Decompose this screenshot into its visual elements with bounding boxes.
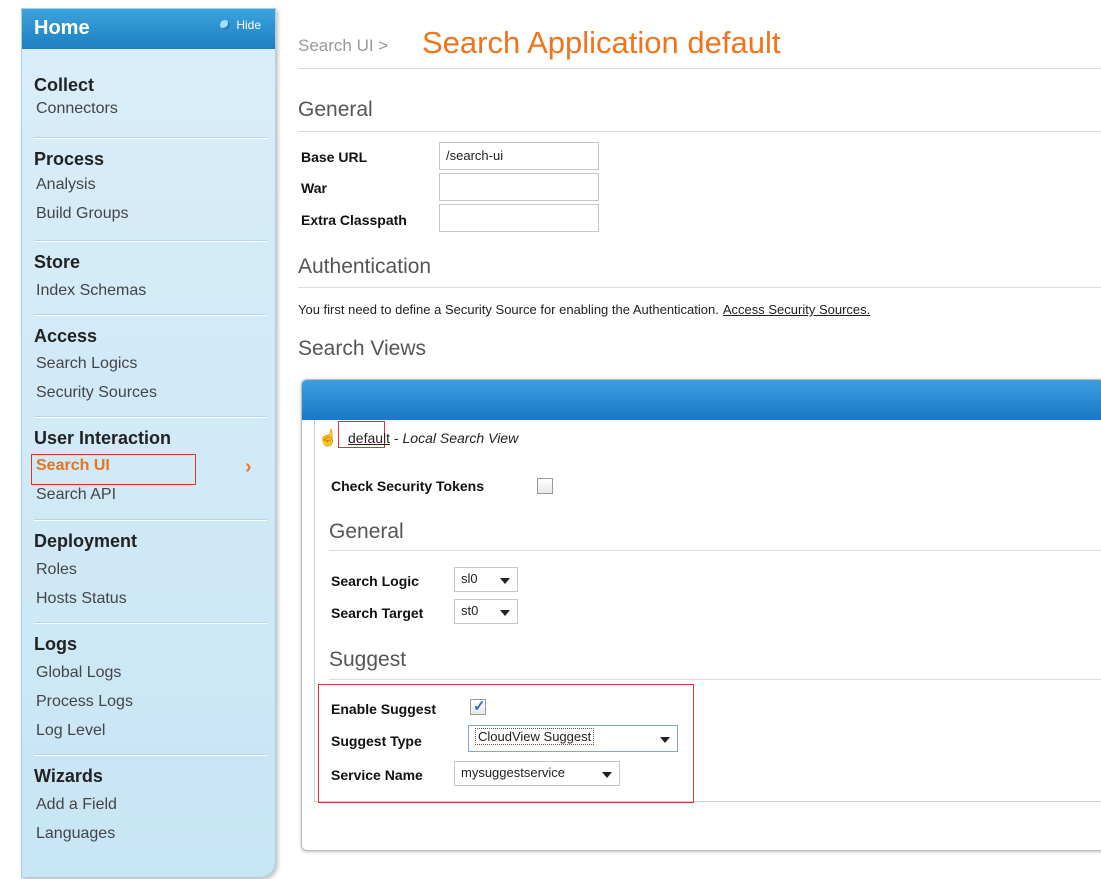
service-name-select[interactable]: mysuggestservice (454, 761, 620, 786)
divider (298, 131, 1101, 132)
page-title: Search Application default (422, 25, 781, 60)
sidebar-item-connectors[interactable]: Connectors (36, 100, 118, 118)
sidebar-item-index-schemas[interactable]: Index Schemas (36, 282, 146, 300)
sidebar-item-analysis[interactable]: Analysis (36, 176, 96, 194)
nav-section-title: Wizards (34, 766, 103, 786)
divider (298, 287, 1101, 288)
view-separator: - (390, 430, 403, 446)
sidebar-item-roles[interactable]: Roles (36, 561, 77, 579)
check-security-tokens-label: Check Security Tokens (331, 478, 485, 494)
search-target-label: Search Target (331, 605, 424, 621)
authentication-note-text: You first need to define a Security Sour… (298, 302, 719, 317)
search-logic-value: sl0 (461, 571, 478, 586)
active-item-highlight (31, 454, 196, 485)
nav-section-title: Deployment (34, 531, 138, 551)
war-input[interactable] (439, 173, 599, 201)
sidebar-item-security-sources[interactable]: Security Sources (36, 384, 157, 402)
view-general-title: General (329, 520, 404, 543)
pin-icon (220, 20, 231, 30)
search-view-title: default - Local Search View (348, 430, 518, 446)
suggest-type-label: Suggest Type (331, 733, 422, 749)
divider (329, 550, 1101, 551)
view-description: Local Search View (402, 430, 519, 446)
search-target-select[interactable]: st0 (454, 599, 518, 624)
nav-section-title: Access (34, 326, 98, 346)
hide-label: Hide (236, 18, 261, 32)
general-section-title: General (298, 98, 373, 121)
nav-section-title: Process (34, 149, 105, 169)
suggest-type-value: CloudView Suggest (475, 728, 595, 745)
extra-classpath-input[interactable] (439, 204, 599, 232)
authentication-note: You first need to define a Security Sour… (298, 302, 870, 317)
nav-section-title: Store (34, 252, 81, 272)
nav-section-title: User Interaction (34, 428, 172, 448)
main-content: Search UI > Search Application default G… (298, 0, 1101, 879)
suggest-type-select[interactable]: CloudView Suggest (468, 725, 678, 752)
hide-sidebar-button[interactable]: Hide (220, 18, 261, 32)
nav-section-title: Collect (34, 75, 95, 95)
war-label: War (301, 180, 327, 196)
sidebar-item-search-logics[interactable]: Search Logics (36, 355, 137, 373)
divider (298, 68, 1101, 69)
sidebar: Home Hide Collect Connectors Process Ana… (21, 8, 276, 878)
search-logic-label: Search Logic (331, 573, 419, 589)
view-name-link[interactable]: default (348, 430, 390, 446)
sidebar-item-log-level[interactable]: Log Level (36, 722, 105, 740)
sidebar-item-process-logs[interactable]: Process Logs (36, 693, 133, 711)
sidebar-header: Home Hide (22, 9, 275, 49)
sidebar-item-add-a-field[interactable]: Add a Field (36, 796, 117, 814)
chevron-right-icon: › (245, 456, 252, 478)
panel-header (302, 380, 1101, 420)
service-name-label: Service Name (331, 767, 423, 783)
search-views-section-title: Search Views (298, 337, 427, 360)
nav-section-title: Logs (34, 634, 77, 654)
sidebar-item-build-groups[interactable]: Build Groups (36, 205, 129, 223)
hand-pointer-icon: ☝ (318, 430, 338, 447)
service-name-value: mysuggestservice (461, 765, 566, 780)
home-link[interactable]: Home (34, 17, 90, 40)
suggest-section-title: Suggest (329, 648, 407, 671)
chevron-down-icon (602, 772, 612, 778)
enable-suggest-checkbox[interactable] (470, 697, 486, 715)
sidebar-item-search-api[interactable]: Search API (36, 486, 116, 504)
base-url-input[interactable]: /search-ui (439, 142, 599, 170)
divider (329, 679, 1101, 680)
authentication-section-title: Authentication (298, 255, 432, 278)
sidebar-item-global-logs[interactable]: Global Logs (36, 664, 121, 682)
sidebar-item-languages[interactable]: Languages (36, 825, 115, 843)
search-logic-select[interactable]: sl0 (454, 567, 518, 592)
breadcrumb[interactable]: Search UI > (298, 36, 388, 56)
check-security-tokens-checkbox[interactable] (537, 478, 553, 494)
chevron-down-icon (500, 610, 510, 616)
search-target-value: st0 (461, 603, 479, 618)
access-security-sources-link[interactable]: Access Security Sources. (723, 302, 870, 317)
base-url-label: Base URL (301, 149, 368, 165)
extra-classpath-label: Extra Classpath (301, 212, 407, 228)
enable-suggest-label: Enable Suggest (331, 701, 437, 717)
chevron-down-icon (500, 578, 510, 584)
chevron-down-icon (660, 737, 670, 743)
sidebar-item-hosts-status[interactable]: Hosts Status (36, 590, 127, 608)
